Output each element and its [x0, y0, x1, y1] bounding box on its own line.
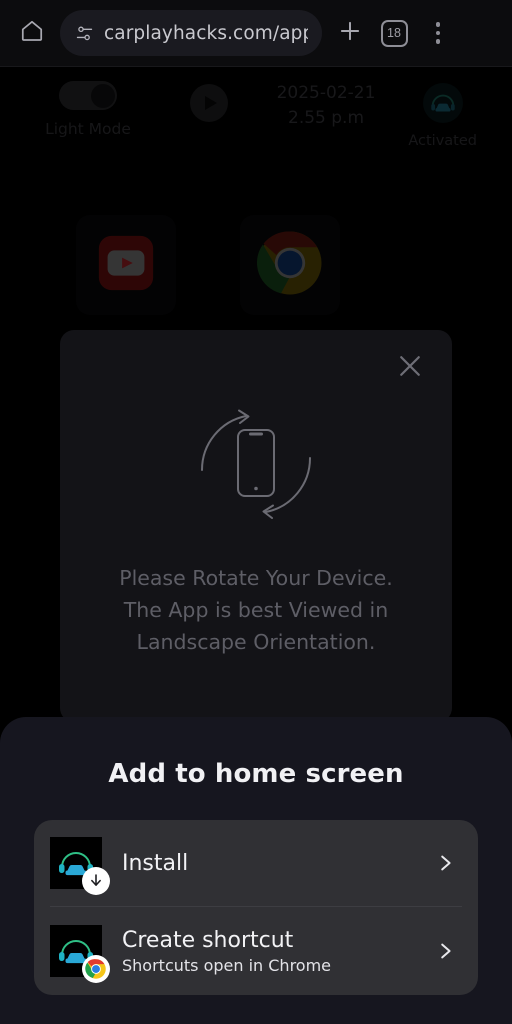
rotate-device-icon [186, 396, 326, 541]
browser-menu-button[interactable] [416, 11, 460, 55]
modal-close-button[interactable] [388, 346, 432, 390]
home-button[interactable] [12, 13, 52, 53]
install-option-text: Install [102, 851, 434, 876]
download-icon [82, 867, 110, 895]
url-text: carplayhacks.com/apps/i [104, 22, 308, 44]
rotate-message: Please Rotate Your Device. The App is be… [119, 566, 393, 654]
carplayhacks-app-icon [50, 925, 110, 983]
url-bar[interactable]: carplayhacks.com/apps/i [60, 10, 322, 56]
tab-switcher-button[interactable]: 18 [372, 11, 416, 55]
create-shortcut-option-text: Create shortcut Shortcuts open in Chrome [102, 928, 434, 975]
plus-icon [337, 18, 363, 49]
browser-toolbar: carplayhacks.com/apps/i 18 [0, 0, 512, 67]
chevron-right-icon[interactable] [434, 852, 456, 874]
install-option-row[interactable]: Install [34, 820, 478, 906]
page-info-icon[interactable] [74, 23, 95, 44]
phone-screen: carplayhacks.com/apps/i 18 [0, 0, 512, 1024]
install-option-title: Install [122, 850, 189, 876]
carplayhacks-app-icon [50, 837, 110, 895]
home-icon [19, 18, 45, 49]
create-shortcut-option-row[interactable]: Create shortcut Shortcuts open in Chrome [34, 907, 478, 995]
more-vertical-icon [435, 22, 441, 44]
tab-counter-icon: 18 [380, 19, 408, 47]
add-to-home-screen-sheet: Add to home screen Install Create shortc… [0, 717, 512, 1024]
rotate-device-modal: Please Rotate Your Device. The App is be… [60, 330, 452, 722]
chevron-right-icon[interactable] [434, 940, 456, 962]
new-tab-button[interactable] [328, 11, 372, 55]
sheet-options-card: Install Create shortcut Shortcuts open i… [34, 820, 478, 995]
create-shortcut-option-title: Create shortcut [122, 927, 294, 953]
sheet-title: Add to home screen [108, 759, 404, 789]
chrome-icon [82, 955, 110, 983]
close-icon [395, 351, 425, 386]
tab-count-label: 18 [387, 25, 401, 40]
create-shortcut-option-subtitle: Shortcuts open in Chrome [122, 955, 332, 975]
